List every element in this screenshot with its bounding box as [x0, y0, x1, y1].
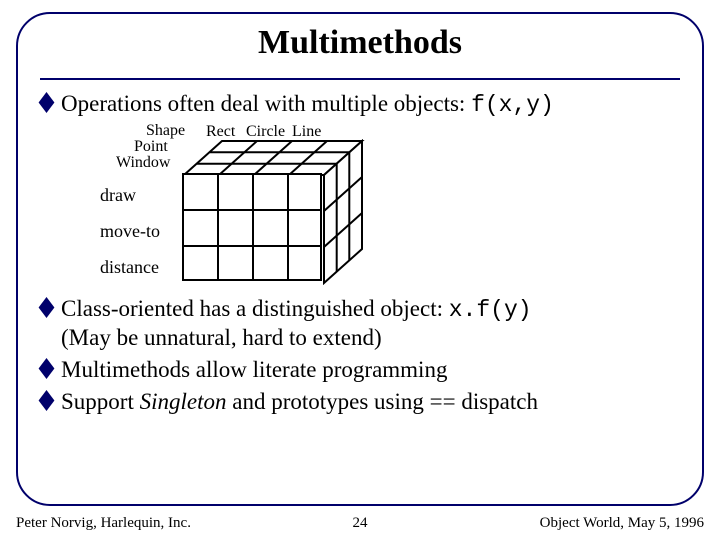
- row-labels: draw move-to distance: [100, 177, 160, 285]
- slide-title: Multimethods: [18, 24, 702, 62]
- lbl-moveto: move-to: [100, 213, 160, 249]
- slide-footer: Peter Norvig, Harlequin, Inc. 24 Object …: [16, 515, 704, 532]
- dispatch-cube: Shape Point Window Rect Circle Line: [100, 123, 420, 281]
- diamond-bullet-icon: [39, 297, 55, 318]
- depth-labels: Shape Point Window: [146, 123, 185, 171]
- footer-page-number: 24: [16, 515, 704, 532]
- bullet-1: Operations often deal with multiple obje…: [40, 90, 680, 119]
- slide-content: Operations often deal with multiple obje…: [40, 86, 680, 490]
- bullet-4-text: Support Singleton and prototypes using =…: [61, 388, 538, 416]
- bullet-4-b: and prototypes using == dispatch: [226, 389, 538, 414]
- lbl-shape: Shape: [146, 123, 185, 139]
- bullet-1-code: f(x,y): [471, 92, 554, 118]
- bullet-3-text: Multimethods allow literate programming: [61, 356, 447, 384]
- slide-frame: Multimethods Operations often deal with …: [16, 12, 704, 506]
- bullet-1-a: Operations often deal with multiple obje…: [61, 91, 471, 116]
- lbl-distance: distance: [100, 249, 160, 285]
- diamond-bullet-icon: [39, 390, 55, 411]
- lbl-draw: draw: [100, 177, 160, 213]
- lbl-point: Point: [134, 139, 185, 155]
- bullet-4: Support Singleton and prototypes using =…: [40, 388, 680, 416]
- bullet-2-text: Class-oriented has a distinguished objec…: [61, 295, 532, 352]
- bullet-3: Multimethods allow literate programming: [40, 356, 680, 384]
- bullet-2-code: x.f(y): [449, 297, 532, 323]
- diamond-bullet-icon: [39, 92, 55, 113]
- bullet-4-a: Support: [61, 389, 140, 414]
- title-rule: [40, 78, 680, 80]
- diamond-bullet-icon: [39, 358, 55, 379]
- bullet-4-i: Singleton: [140, 389, 227, 414]
- bullet-2-b: (May be unnatural, hard to extend): [61, 325, 382, 350]
- cube-front: [182, 173, 322, 281]
- bullet-1-text: Operations often deal with multiple obje…: [61, 90, 554, 119]
- lbl-window: Window: [116, 155, 185, 171]
- bullet-2-a: Class-oriented has a distinguished objec…: [61, 296, 449, 321]
- bullet-2: Class-oriented has a distinguished objec…: [40, 295, 680, 352]
